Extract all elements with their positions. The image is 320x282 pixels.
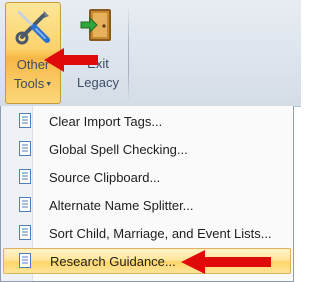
menu-item-alternate-name-splitter[interactable]: Alternate Name Splitter... — [3, 192, 291, 218]
red-arrow-icon — [44, 48, 98, 72]
other-tools-label-line2: Tools▼ — [6, 76, 60, 93]
document-icon — [19, 169, 31, 184]
exit-legacy-label-line2: Legacy — [77, 75, 119, 90]
ribbon-separator — [128, 6, 129, 102]
menu-item-label: Global Spell Checking... — [49, 142, 188, 157]
chevron-down-icon: ▼ — [45, 80, 53, 88]
ribbon-bar: Other Tools▼ Exit Legacy — [0, 0, 301, 107]
menu-item-sort-child-marriage-event-lists[interactable]: Sort Child, Marriage, and Event Lists... — [3, 220, 291, 246]
menu-item-label: Sort Child, Marriage, and Event Lists... — [49, 226, 272, 241]
menu-item-label: Source Clipboard... — [49, 170, 161, 185]
document-icon — [19, 141, 31, 156]
document-icon — [19, 225, 31, 240]
tools-icon — [15, 10, 50, 45]
document-icon — [19, 253, 31, 268]
exit-door-icon — [80, 9, 111, 41]
menu-item-label: Research Guidance... — [50, 254, 176, 269]
menu-item-clear-import-tags[interactable]: Clear Import Tags... — [3, 108, 291, 134]
other-tools-dropdown-menu: Clear Import Tags... Global Spell Checki… — [0, 106, 294, 282]
menu-item-source-clipboard[interactable]: Source Clipboard... — [3, 164, 291, 190]
menu-item-label: Alternate Name Splitter... — [49, 198, 194, 213]
other-tools-label-line2-text: Tools — [13, 76, 45, 91]
menu-item-label: Clear Import Tags... — [49, 114, 163, 129]
menu-item-global-spell-checking[interactable]: Global Spell Checking... — [3, 136, 291, 162]
document-icon — [19, 113, 31, 128]
red-arrow-icon — [181, 250, 271, 274]
document-icon — [19, 197, 31, 212]
